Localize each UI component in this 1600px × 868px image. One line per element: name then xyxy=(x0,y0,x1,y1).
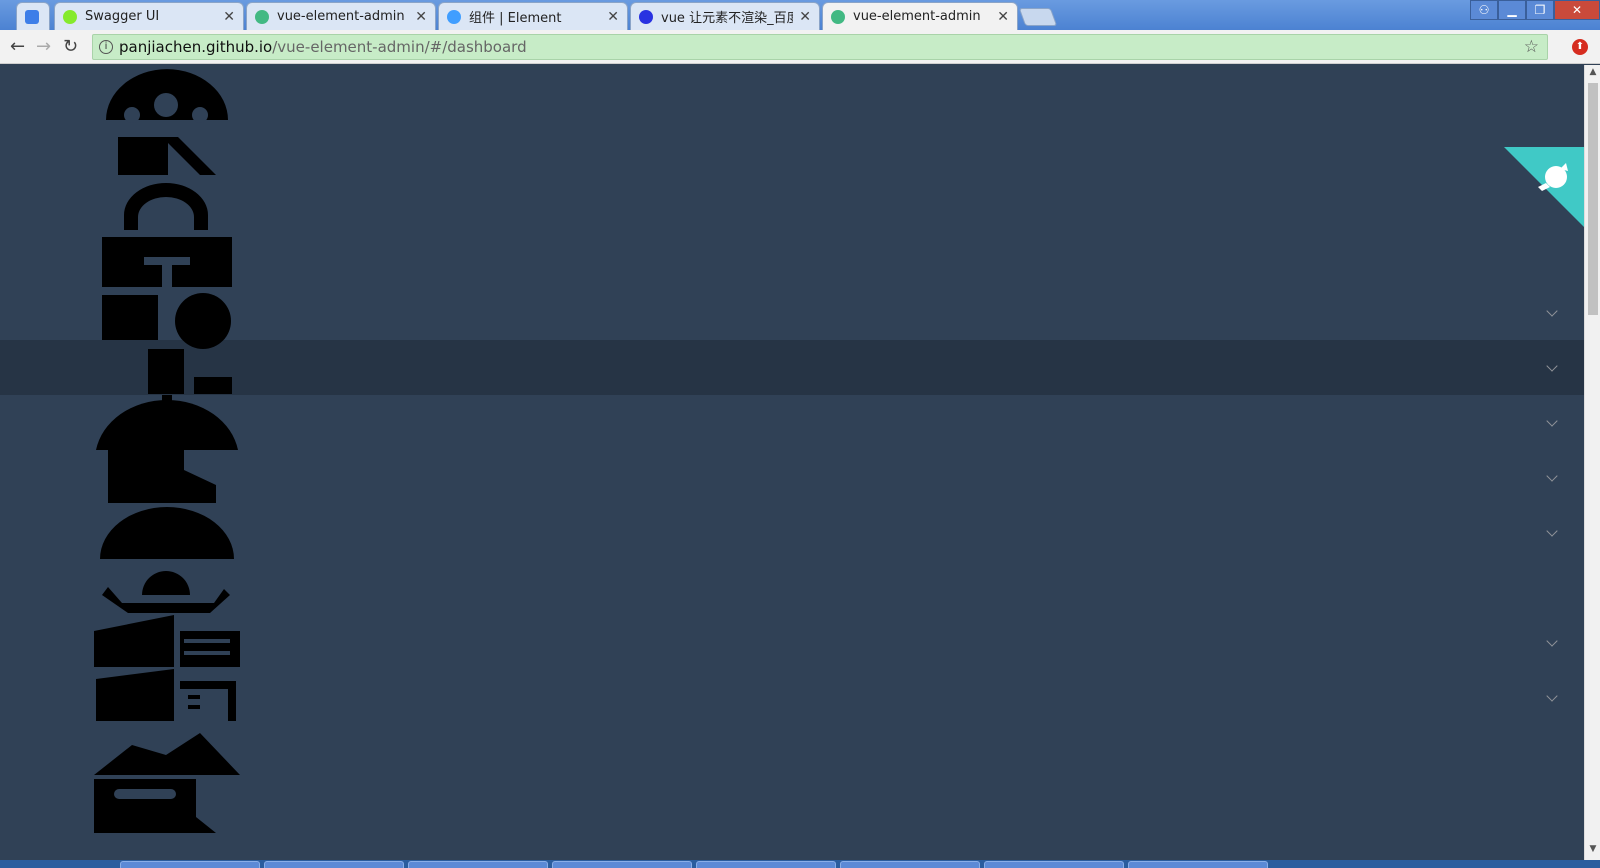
charts-icon xyxy=(96,395,238,503)
forward-arrow-icon[interactable]: → xyxy=(36,37,51,57)
tab-icon xyxy=(94,733,240,833)
tab-title: vue-element-admin xyxy=(277,9,405,24)
chevron-down-icon xyxy=(1546,690,1558,702)
star-icon[interactable]: ☆ xyxy=(1524,37,1539,57)
window-controls: ⚇ ▁ ❐ ✕ xyxy=(1470,0,1600,20)
tab-title: 组件 | Element xyxy=(469,11,562,26)
taskbar-item[interactable] xyxy=(120,861,260,868)
oversized-icon-stack xyxy=(94,69,240,833)
taskbar-item[interactable] xyxy=(696,861,836,868)
github-corner[interactable] xyxy=(1504,147,1584,227)
chevron-down-icon xyxy=(1546,360,1558,372)
minimize-button[interactable]: ▁ xyxy=(1498,0,1526,20)
page-scrollbar[interactable]: ▲ ▼ xyxy=(1584,65,1600,860)
chevron-down-icon xyxy=(1546,470,1558,482)
chevron-down-icon xyxy=(1546,525,1558,537)
taskbar-item[interactable] xyxy=(552,861,692,868)
tab-favicon-icon xyxy=(639,9,653,24)
user-icon xyxy=(106,69,228,175)
taskbar-item[interactable] xyxy=(984,861,1124,868)
browser-toolbar: ← → ↻ i panjiachen.github.io /vue-elemen… xyxy=(0,30,1600,64)
tab-close-icon[interactable]: ✕ xyxy=(415,9,427,25)
new-tab-button[interactable] xyxy=(1018,8,1058,26)
info-icon[interactable]: i xyxy=(99,40,113,54)
user-icon[interactable]: ⚇ xyxy=(1470,0,1498,20)
browser-tab-active[interactable]: vue-element-admin ✕ xyxy=(822,2,1018,30)
tab-title: Swagger UI xyxy=(85,9,160,24)
scrollbar-thumb[interactable] xyxy=(1588,83,1598,315)
reload-icon[interactable]: ↻ xyxy=(63,37,78,57)
scroll-down-icon[interactable]: ▼ xyxy=(1585,844,1600,858)
url-path: /vue-element-admin/#/dashboard xyxy=(272,38,527,56)
components-icon xyxy=(102,293,232,394)
browser-tab-element[interactable]: 组件 | Element ✕ xyxy=(438,2,628,30)
chevron-down-icon xyxy=(1546,635,1558,647)
browser-tab-pinned[interactable] xyxy=(16,2,50,30)
tab-favicon-icon xyxy=(447,9,461,24)
browser-tab-vue-admin[interactable]: vue-element-admin ✕ xyxy=(246,2,436,30)
tab-favicon-icon xyxy=(255,9,269,24)
browser-tab-strip: Swagger UI ✕ vue-element-admin ✕ 组件 | El… xyxy=(0,0,1600,30)
taskbar-item[interactable] xyxy=(264,861,404,868)
tab-title: vue-element-admin xyxy=(853,9,981,24)
example-icon xyxy=(94,615,240,721)
close-window-button[interactable]: ✕ xyxy=(1554,0,1600,20)
tab-favicon-icon xyxy=(25,9,39,24)
nested-icon xyxy=(100,507,234,559)
maximize-button[interactable]: ❐ xyxy=(1526,0,1554,20)
url-host: panjiachen.github.io xyxy=(119,38,273,56)
tab-favicon-icon xyxy=(831,9,845,24)
taskbar-item[interactable] xyxy=(408,861,548,868)
tab-close-icon[interactable]: ✕ xyxy=(223,9,235,25)
back-arrow-icon[interactable]: ← xyxy=(10,37,25,57)
taskbar-item[interactable] xyxy=(1128,861,1268,868)
lock-icon xyxy=(102,183,232,287)
address-bar[interactable]: i panjiachen.github.io /vue-element-admi… xyxy=(92,34,1548,60)
chevron-down-icon xyxy=(1546,305,1558,317)
extension-icon[interactable]: ⬆ xyxy=(1572,39,1588,55)
tab-close-icon[interactable]: ✕ xyxy=(607,9,619,25)
tab-close-icon[interactable]: ✕ xyxy=(799,9,811,25)
scroll-up-icon[interactable]: ▲ xyxy=(1585,67,1600,81)
chevron-down-icon xyxy=(1546,415,1558,427)
os-taskbar xyxy=(0,860,1600,868)
app-sidebar xyxy=(0,65,1584,860)
browser-tab-baidu[interactable]: vue 让元素不渲染_百度 ✕ xyxy=(630,2,820,30)
taskbar-item[interactable] xyxy=(840,861,980,868)
table-icon xyxy=(102,571,230,613)
browser-tab-swagger[interactable]: Swagger UI ✕ xyxy=(54,2,244,30)
tab-close-icon[interactable]: ✕ xyxy=(997,9,1009,25)
tab-favicon-icon xyxy=(63,9,77,24)
tab-title: vue 让元素不渲染_百度 xyxy=(661,11,794,26)
